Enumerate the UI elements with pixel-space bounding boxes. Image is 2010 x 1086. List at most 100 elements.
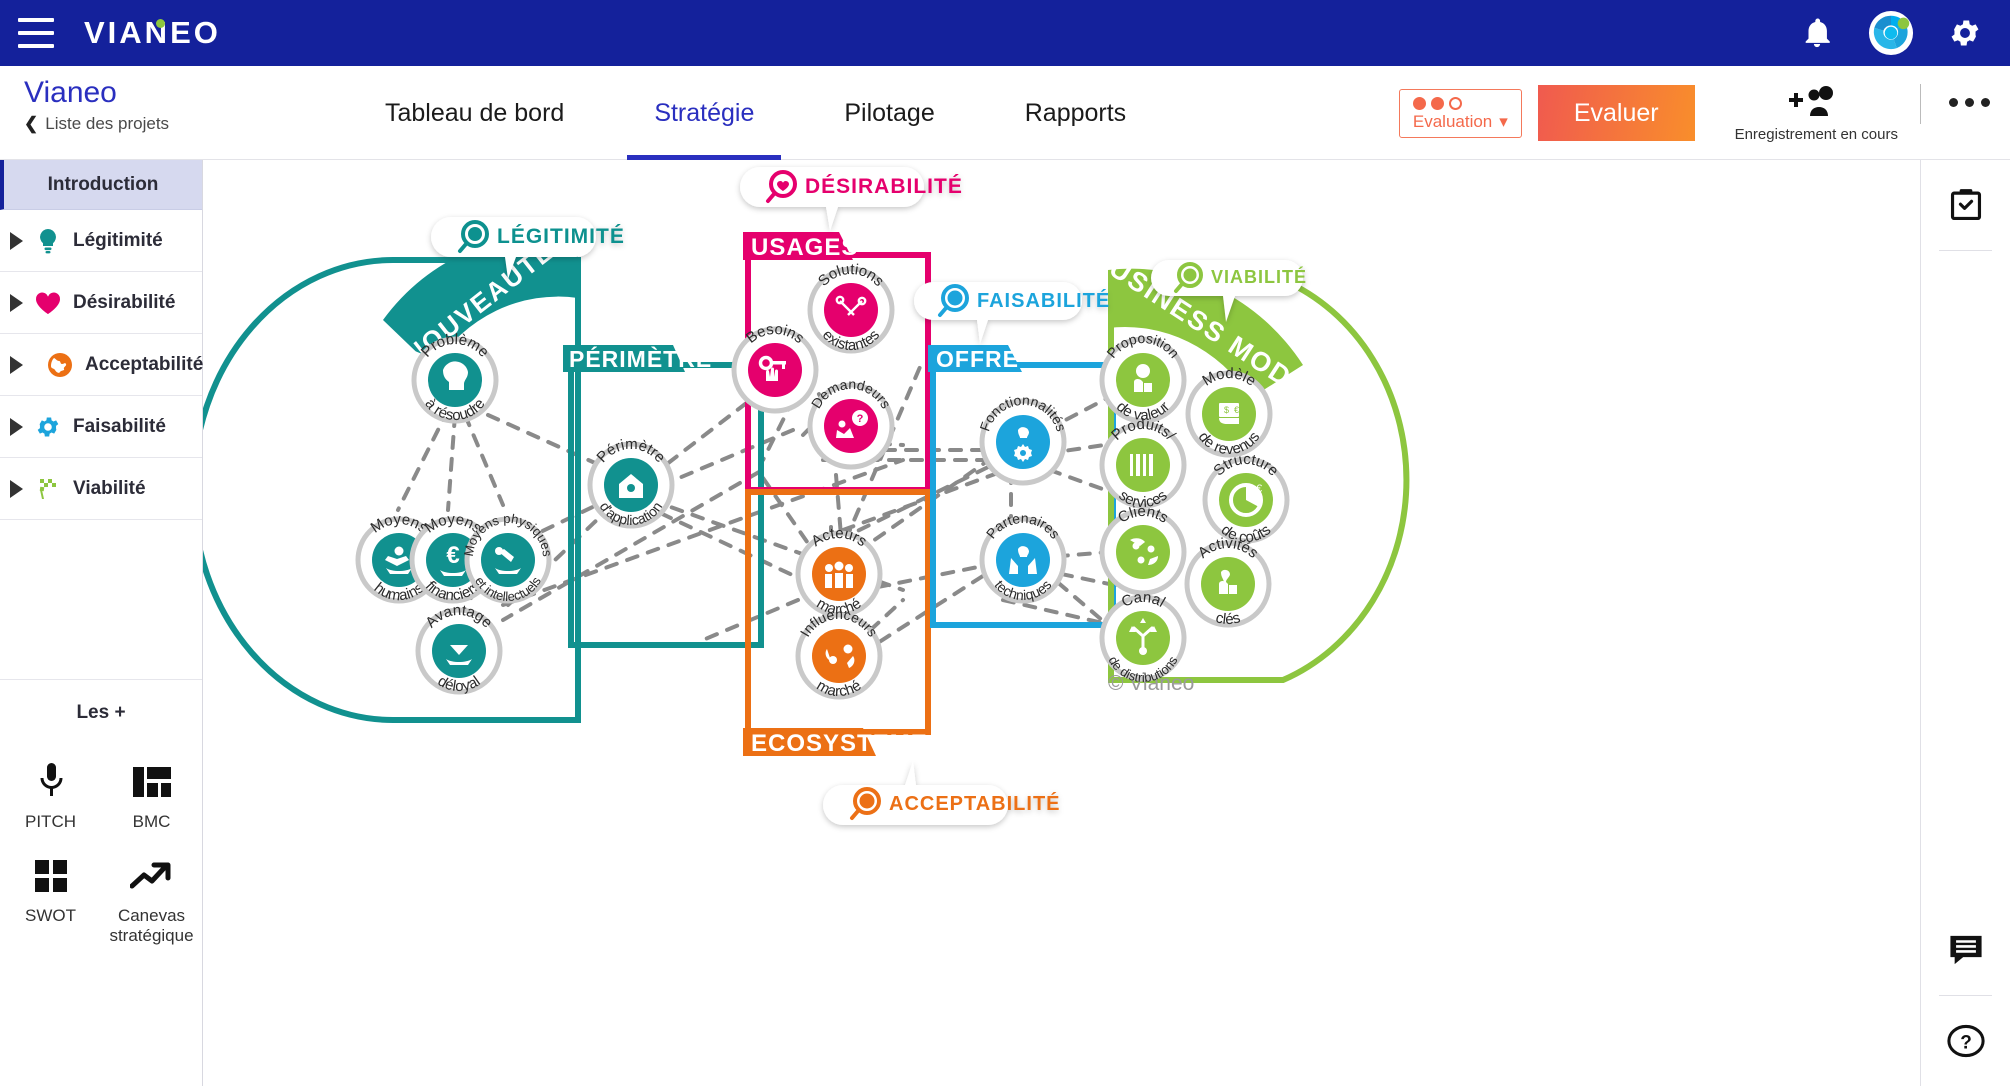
chevron-right-icon xyxy=(10,293,23,312)
top-navigation-bar: VIANEO xyxy=(0,0,2010,66)
tab-rapports[interactable]: Rapports xyxy=(980,66,1171,160)
rail-divider xyxy=(1939,250,1992,251)
evaluate-button[interactable]: Evaluer xyxy=(1537,85,1695,141)
chevron-down-icon: ▾ xyxy=(1499,111,1508,131)
evaluation-progress-dots xyxy=(1412,96,1508,110)
zone-label-perimetre: PÉRIMÈTRE xyxy=(569,345,712,372)
sidebar-item-viabilite[interactable]: Viabilité xyxy=(0,458,202,520)
lightbulb-icon xyxy=(35,228,61,254)
node-fonctionnalites[interactable]: Fonctionnalités xyxy=(976,392,1070,486)
sidebar-item-legitimite[interactable]: Légitimité xyxy=(0,210,202,272)
layout-blocks-icon xyxy=(101,758,202,806)
node-partenaires-techniques[interactable]: Partenaires techniques xyxy=(979,510,1067,604)
share-project-button[interactable]: Enregistrement en cours xyxy=(1735,83,1898,143)
gear-icon[interactable] xyxy=(1948,16,1982,50)
node-influenceurs-marche[interactable]: Influenceurs marché xyxy=(795,606,883,700)
node-avantage-deloyal[interactable]: Avantage déloyal xyxy=(415,602,503,695)
callout-label-viabilite: VIABILITÉ xyxy=(1211,266,1307,287)
sidebar-item-label: Légitimité xyxy=(73,229,163,251)
svg-text:?: ? xyxy=(857,413,864,425)
zone-nouveaute[interactable]: NOUVEAUTÉ xyxy=(203,235,581,723)
sidebar-item-introduction[interactable]: Introduction xyxy=(0,160,202,210)
node-acteurs-marche[interactable]: Acteurs marché xyxy=(795,525,883,618)
node-demandeurs[interactable]: ? Demandeurs xyxy=(807,376,895,470)
zone-label-usages: USAGES xyxy=(751,234,858,261)
project-header: Vianeo ❮ Liste des projets Tableau de bo… xyxy=(0,66,2010,160)
callout-label-acceptabilite: ACCEPTABILITÉ xyxy=(889,792,1061,815)
left-sidebar: Introduction Légitimité Désirabilité Acc… xyxy=(0,160,203,1086)
clipboard-check-icon[interactable] xyxy=(1921,160,2010,250)
chevron-left-icon: ❮ xyxy=(24,114,39,133)
more-options-icon[interactable] xyxy=(1949,97,1990,107)
project-identity: Vianeo ❮ Liste des projets xyxy=(24,76,169,134)
chevron-right-icon xyxy=(10,355,23,374)
callout-label-faisabilite: FAISABILITÉ xyxy=(977,289,1110,312)
microphone-icon xyxy=(0,758,101,806)
vianeo-logo[interactable]: VIANEO xyxy=(84,15,221,51)
back-label: Liste des projets xyxy=(45,114,170,133)
hamburger-menu-icon[interactable] xyxy=(18,18,54,48)
callout-label-legitimite: LÉGITIMITÉ xyxy=(497,225,625,248)
right-rail: ? xyxy=(1920,160,2010,1086)
sidebar-item-label: Acceptabilité xyxy=(85,353,204,375)
vianeo-avatar-icon[interactable] xyxy=(1868,10,1914,56)
callout-faisabilite[interactable]: FAISABILITÉ xyxy=(914,282,1110,344)
node-probleme[interactable]: Problème à résoudre xyxy=(411,331,499,424)
globe-icon xyxy=(47,352,73,378)
bell-icon[interactable] xyxy=(1800,16,1834,50)
sidebar-item-acceptabilite[interactable]: Acceptabilité xyxy=(0,334,204,396)
sidebar-item-label: Introduction xyxy=(47,173,159,195)
tool-label: Canevas stratégique xyxy=(109,906,194,945)
node-structure-de-couts[interactable]: € Structure de coûts xyxy=(1202,451,1290,546)
svg-text:?: ? xyxy=(1960,1033,1972,1054)
tool-bmc[interactable]: BMC xyxy=(101,748,202,842)
node-proposition-de-valeur[interactable]: Proposition de valeur xyxy=(1099,330,1187,424)
tool-label: PITCH xyxy=(25,812,76,831)
node-besoins[interactable]: Besoins xyxy=(731,321,819,414)
evaluation-dropdown[interactable]: Evaluation ▾ xyxy=(1398,88,1522,138)
zone-label-offre: OFFRE xyxy=(936,346,1019,372)
comment-icon[interactable] xyxy=(1921,905,2010,995)
extras-title: Les + xyxy=(76,702,126,723)
header-divider xyxy=(1920,84,1921,124)
tool-pitch[interactable]: PITCH xyxy=(0,748,101,842)
tab-tableau-de-bord[interactable]: Tableau de bord xyxy=(340,66,609,160)
tool-label: BMC xyxy=(132,812,171,831)
page-title: Vianeo xyxy=(24,76,117,109)
svg-text:€: € xyxy=(1234,405,1239,415)
logo-accent-dot xyxy=(156,19,165,28)
node-perimetre-application[interactable]: Périmètre d'application xyxy=(587,436,675,529)
chevron-right-icon xyxy=(10,417,23,436)
tab-strategie[interactable]: Stratégie xyxy=(609,66,799,160)
sidebar-spacer xyxy=(0,520,202,680)
callout-desirabilite[interactable]: DÉSIRABILITÉ xyxy=(740,167,963,231)
tab-pilotage[interactable]: Pilotage xyxy=(799,66,979,160)
svg-text:€: € xyxy=(446,542,459,569)
four-squares-icon xyxy=(0,852,101,900)
sidebar-item-faisabilite[interactable]: Faisabilité xyxy=(0,396,202,458)
add-people-icon xyxy=(1789,86,1834,116)
zone-label-ecosysteme: ECOSYSTEME xyxy=(751,730,928,757)
main-tabs: Tableau de bord Stratégie Pilotage Rappo… xyxy=(340,66,1171,160)
tool-canevas-strategique[interactable]: Canevas stratégique xyxy=(101,842,202,956)
svg-text:€: € xyxy=(1256,483,1262,495)
help-icon[interactable]: ? xyxy=(1921,996,2010,1086)
tool-label: SWOT xyxy=(25,906,76,925)
extras-tools-grid: PITCH BMC SWOT Canevas stratégique xyxy=(0,748,202,956)
node-activites-cles[interactable]: Activités clés xyxy=(1184,535,1272,628)
node-solutions-existantes[interactable]: Solutions existantes xyxy=(807,261,895,354)
back-to-project-list[interactable]: ❮ Liste des projets xyxy=(24,114,169,134)
svg-text:clés: clés xyxy=(1214,609,1242,628)
chevron-right-icon xyxy=(10,479,23,498)
node-produits-services[interactable]: Produits/ services xyxy=(1099,416,1187,511)
sidebar-item-desirabilite[interactable]: Désirabilité xyxy=(0,272,202,334)
sidebar-item-label: Viabilité xyxy=(73,477,146,499)
sidebar-item-label: Désirabilité xyxy=(73,291,176,313)
tool-swot[interactable]: SWOT xyxy=(0,842,101,956)
strategy-canvas[interactable]: NOUVEAUTÉ PÉRIMÈTRE USAGES ECOSYSTEME OF… xyxy=(203,160,1920,1086)
share-label: Enregistrement en cours xyxy=(1734,126,1898,143)
evaluation-label: Evaluation xyxy=(1412,111,1493,131)
logo-text: VIANEO xyxy=(84,15,221,50)
sidebar-item-label: Faisabilité xyxy=(73,415,166,437)
callout-acceptabilite[interactable]: ACCEPTABILITÉ xyxy=(823,761,1061,825)
